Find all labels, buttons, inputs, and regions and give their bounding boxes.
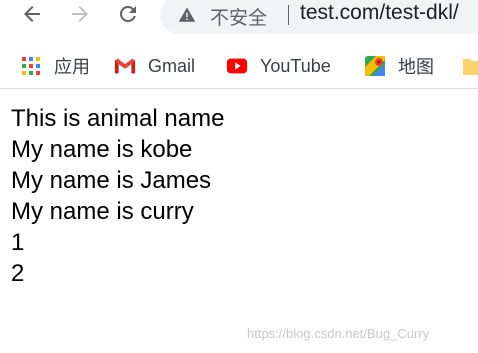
- content-line: My name is kobe: [11, 136, 193, 163]
- bookmark-label: 应用: [54, 57, 90, 77]
- gmail-icon: [114, 55, 136, 77]
- forward-arrow-icon: [72, 6, 88, 22]
- bookmark-gmail[interactable]: Gmail: [114, 52, 195, 80]
- bookmark-label: Gmail: [148, 55, 196, 76]
- security-status-label[interactable]: 不安全: [210, 3, 267, 30]
- content-line: This is animal name: [11, 105, 225, 132]
- address-bar[interactable]: 不安全 test.com/test-dkl/: [160, 0, 478, 34]
- content-line: 1: [11, 229, 25, 256]
- bookmark-folder[interactable]: [462, 52, 478, 80]
- folder-icon: [462, 55, 478, 77]
- bookmark-maps[interactable]: 地图: [364, 52, 434, 80]
- content-line: My name is James: [11, 167, 212, 194]
- browser-toolbar: 不安全 test.com/test-dkl/: [0, 0, 478, 44]
- toolbar-divider: [0, 88, 478, 89]
- page-content: This is animal name My name is kobe My n…: [11, 103, 224, 289]
- reload-button[interactable]: [114, 0, 142, 28]
- bookmark-label: YouTube: [260, 55, 331, 76]
- bookmark-apps[interactable]: 应用: [20, 52, 90, 80]
- bookmark-label: 地图: [398, 57, 434, 77]
- youtube-icon: [226, 55, 248, 77]
- url-text[interactable]: test.com/test-dkl/: [300, 1, 459, 25]
- content-line: My name is curry: [11, 198, 194, 225]
- warning-icon[interactable]: [178, 6, 196, 24]
- watermark: https://blog.csdn.net/Bug_Curry: [247, 326, 430, 341]
- back-arrow-icon: [24, 6, 40, 22]
- reload-icon: [119, 5, 136, 22]
- apps-grid-icon: [20, 55, 42, 77]
- bookmarks-bar: 应用 Gmail YouTube 地图: [0, 44, 478, 88]
- bookmark-youtube[interactable]: YouTube: [226, 52, 331, 80]
- forward-button[interactable]: [66, 0, 94, 28]
- back-button[interactable]: [18, 0, 46, 28]
- content-line: 2: [11, 260, 25, 287]
- maps-icon: [364, 55, 386, 77]
- omnibox-separator: [288, 5, 289, 25]
